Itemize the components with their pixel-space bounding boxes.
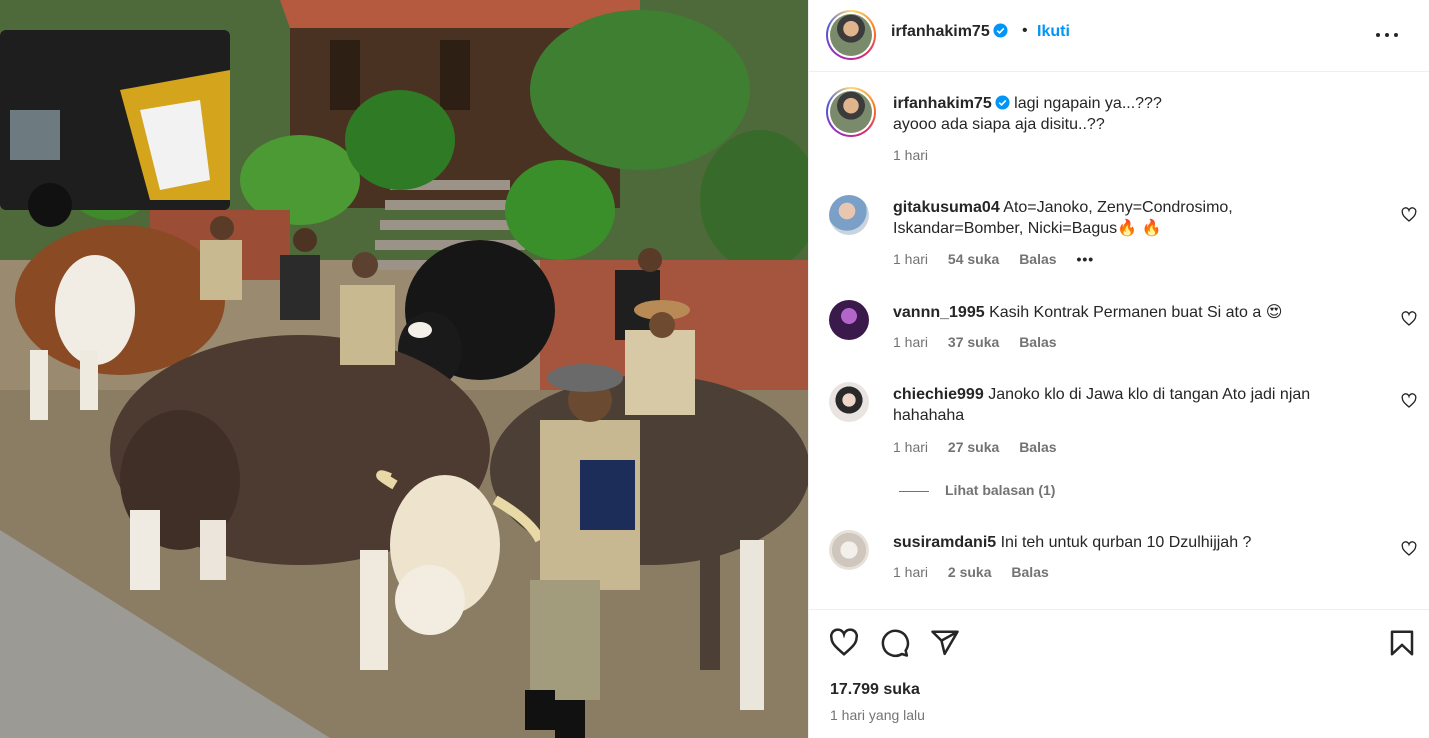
- comment-username[interactable]: gitakusuma04: [893, 199, 1000, 216]
- comment-username[interactable]: vannn_1995: [893, 304, 985, 321]
- comment-likes[interactable]: 2 suka: [948, 564, 992, 580]
- verified-badge-icon: [995, 95, 1010, 110]
- separator-dot: •: [1022, 22, 1028, 39]
- follow-button[interactable]: Ikuti: [1037, 23, 1070, 41]
- comment-avatar[interactable]: [829, 530, 869, 570]
- comments-list[interactable]: irfanhakim75 lagi ngapain ya...??? ayooo…: [809, 73, 1429, 609]
- caption-text: irfanhakim75 lagi ngapain ya...??? ayooo…: [893, 93, 1363, 135]
- verified-badge-icon: [993, 23, 1008, 38]
- comment-time[interactable]: 1 hari: [893, 251, 928, 267]
- cattle-photo-illustration: [0, 0, 808, 738]
- more-options-icon[interactable]: [1374, 20, 1404, 50]
- post-actions: 17.799 suka 1 hari yang lalu: [809, 609, 1429, 738]
- comment-text: chiechie999 Janoko klo di Jawa klo di ta…: [893, 386, 1311, 424]
- post-photo[interactable]: [0, 0, 808, 738]
- comment-time[interactable]: 1 hari: [893, 334, 928, 350]
- post-header: irfanhakim75 • Ikuti: [809, 0, 1429, 72]
- comment-like-heart-icon[interactable]: [1401, 311, 1417, 327]
- caption-line-2: ayooo ada siapa aja disitu..??: [893, 116, 1105, 133]
- share-icon[interactable]: [930, 628, 960, 658]
- comment-more-options-icon[interactable]: •••: [1076, 251, 1094, 267]
- reply-button[interactable]: Balas: [1019, 334, 1056, 350]
- comment-likes[interactable]: 54 suka: [948, 251, 999, 267]
- comment-meta: 1 hari 37 suka Balas: [893, 334, 1073, 350]
- comment-like-heart-icon[interactable]: [1401, 207, 1417, 223]
- view-replies-button[interactable]: Lihat balasan (1): [899, 482, 1055, 498]
- comment-avatar[interactable]: [829, 195, 869, 235]
- comment-icon[interactable]: [880, 628, 910, 658]
- caption-time[interactable]: 1 hari: [893, 147, 928, 163]
- comment-time[interactable]: 1 hari: [893, 564, 928, 580]
- caption-avatar[interactable]: [826, 87, 876, 137]
- comment-username[interactable]: chiechie999: [893, 386, 984, 403]
- comment-likes[interactable]: 37 suka: [948, 334, 999, 350]
- comment-likes[interactable]: 27 suka: [948, 439, 999, 455]
- comment-text: vannn_1995 Kasih Kontrak Permanen buat S…: [893, 304, 1283, 321]
- author-username[interactable]: irfanhakim75: [891, 23, 1008, 41]
- caption-username[interactable]: irfanhakim75: [893, 95, 992, 112]
- comment-like-heart-icon[interactable]: [1401, 393, 1417, 409]
- fire-emoji: 🔥 🔥: [1117, 220, 1162, 237]
- heart-icon[interactable]: [829, 628, 859, 658]
- caption-line-1: lagi ngapain ya...???: [1014, 95, 1162, 112]
- bookmark-icon[interactable]: [1387, 628, 1417, 658]
- likes-count[interactable]: 17.799 suka: [830, 681, 920, 699]
- comment-text: gitakusuma04 Ato=Janoko, Zeny=Condrosimo…: [893, 199, 1233, 237]
- comment-meta: 1 hari 27 suka Balas: [893, 439, 1073, 455]
- comment-meta: 1 hari 2 suka Balas: [893, 564, 1065, 580]
- comment-meta: 1 hari 54 suka Balas •••: [893, 251, 1110, 267]
- reply-button[interactable]: Balas: [1011, 564, 1048, 580]
- comment-like-heart-icon[interactable]: [1401, 541, 1417, 557]
- comment-text: susiramdani5 Ini teh untuk qurban 10 Dzu…: [893, 534, 1252, 551]
- comment-avatar[interactable]: [829, 382, 869, 422]
- comment-username[interactable]: susiramdani5: [893, 534, 996, 551]
- view-replies-line: [899, 490, 929, 492]
- author-avatar[interactable]: [826, 10, 876, 60]
- post-date[interactable]: 1 hari yang lalu: [830, 707, 925, 723]
- comment-avatar[interactable]: [829, 300, 869, 340]
- comment-time[interactable]: 1 hari: [893, 439, 928, 455]
- reply-button[interactable]: Balas: [1019, 439, 1056, 455]
- smile-emoji: 😍: [1265, 304, 1283, 321]
- reply-button[interactable]: Balas: [1019, 251, 1056, 267]
- caption-meta: 1 hari: [893, 147, 944, 163]
- post-detail-panel: irfanhakim75 • Ikuti irfanhakim75 lagi n…: [808, 0, 1429, 738]
